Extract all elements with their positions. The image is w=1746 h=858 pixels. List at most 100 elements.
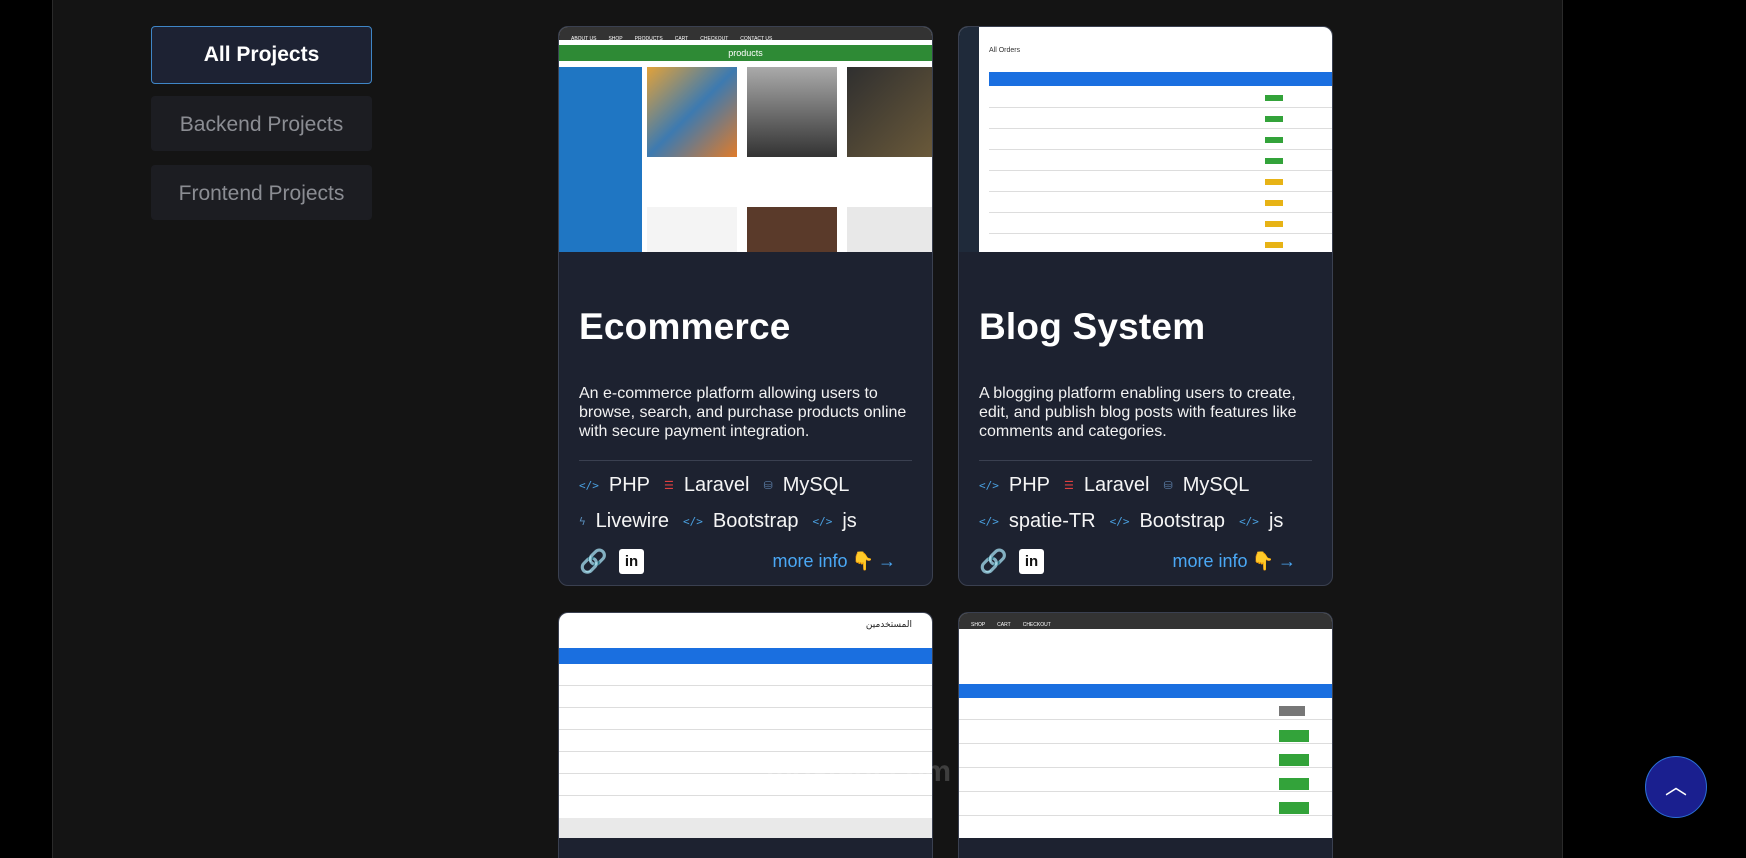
- link-icon[interactable]: 🔗: [979, 548, 1008, 575]
- thumb-status: [1265, 158, 1283, 164]
- project-description: An e-commerce platform allowing users to…: [579, 385, 907, 440]
- thumb-status: [1279, 778, 1309, 790]
- chevron-up-icon: ︿: [1664, 774, 1687, 799]
- linkedin-icon[interactable]: in: [619, 548, 644, 574]
- thumb-row: [559, 709, 932, 730]
- project-title: Blog System: [979, 306, 1206, 347]
- project-description: A blogging platform enabling users to cr…: [979, 385, 1297, 440]
- linkedin-icon[interactable]: in: [1019, 548, 1044, 574]
- thumb-status: [1265, 179, 1283, 185]
- divider: [979, 460, 1312, 461]
- tag-bootstrap: </> Bootstrap: [1110, 509, 1225, 533]
- divider: [579, 460, 912, 461]
- link-icon[interactable]: 🔗: [579, 548, 608, 575]
- thumb-row: [959, 795, 1332, 816]
- tag-label: Laravel: [683, 473, 750, 496]
- thumb-product-phone: [847, 67, 932, 157]
- scroll-to-top-button[interactable]: ︿: [1645, 756, 1707, 818]
- thumb-nav-item: CART: [997, 622, 1011, 628]
- thumb-table-header: [959, 684, 1332, 698]
- more-info-link[interactable]: more info 👇 →: [773, 551, 896, 572]
- stack-icon: ☰: [664, 478, 674, 492]
- filter-frontend-projects[interactable]: Frontend Projects: [151, 165, 372, 220]
- thumb-page-title: All Orders: [989, 47, 1021, 54]
- thumb-sidebar: [959, 27, 979, 252]
- thumb-products-header: products: [559, 45, 932, 61]
- thumb-table-header: [559, 648, 932, 664]
- code-icon: </>: [682, 514, 703, 528]
- tag-label: Livewire: [595, 509, 669, 532]
- project-title: Ecommerce: [579, 306, 791, 347]
- thumb-page-title: المستخدمين: [865, 619, 912, 629]
- arrow-right-icon: →: [878, 550, 896, 571]
- project-card-ecommerce: ABOUT US SHOP PRODUCTS CART CHECKOUT CONTACT …: [558, 26, 933, 586]
- tag-label: Laravel: [1083, 473, 1150, 496]
- project-thumbnail: SHOP CART CHECKOUT: [959, 613, 1332, 838]
- filter-backend-projects[interactable]: Backend Projects: [151, 96, 372, 151]
- thumb-row: [559, 665, 932, 686]
- thumb-row: [959, 723, 1332, 744]
- code-icon: </>: [1109, 514, 1130, 528]
- project-thumbnail: All Orders: [959, 27, 1332, 252]
- tag-label: PHP: [608, 473, 650, 496]
- thumb-status: [1265, 95, 1283, 101]
- thumb-status: [1279, 730, 1309, 742]
- database-icon: ⛁: [763, 478, 773, 492]
- project-card-orders: SHOP CART CHECKOUT: [958, 612, 1333, 858]
- filter-all-projects[interactable]: All Projects: [151, 26, 372, 84]
- more-info-link[interactable]: more info 👇 →: [1173, 551, 1296, 572]
- tech-tags: </> PHP ☰ Laravel ⛁ MySQL </> spatie-TR </> B…: [979, 473, 1312, 533]
- thumb-status: [1279, 754, 1309, 766]
- thumb-row: [559, 731, 932, 752]
- thumb-product-bag: [647, 207, 737, 252]
- database-icon: ⛁: [1163, 478, 1173, 492]
- thumb-nav-item: SHOP: [971, 622, 986, 628]
- project-card-users-admin: المستخدمين: [558, 612, 933, 858]
- thumb-status: [1265, 116, 1283, 122]
- tag-label: Bootstrap: [1139, 509, 1226, 532]
- project-filters: All Projects Backend Projects Frontend P…: [151, 26, 374, 234]
- tag-label: Bootstrap: [712, 509, 799, 532]
- bolt-icon: ϟ: [579, 514, 586, 528]
- thumb-table-header: [989, 72, 1332, 86]
- tag-bootstrap: </> Bootstrap: [683, 509, 798, 533]
- project-thumbnail: ABOUT US SHOP PRODUCTS CART CHECKOUT CONTACT …: [559, 27, 932, 252]
- pointing-hand-icon: 👇: [851, 550, 874, 571]
- tag-js: </> js: [812, 509, 856, 533]
- more-info-label: more info: [1172, 550, 1248, 571]
- thumb-footer: [559, 818, 932, 838]
- tag-php: </> PHP: [579, 473, 650, 497]
- arrow-right-icon: →: [1278, 550, 1296, 571]
- thumb-product-kids: [747, 207, 837, 252]
- tag-mysql: ⛁ MySQL: [763, 473, 849, 497]
- card-actions: 🔗 in more info 👇 →: [979, 545, 1312, 577]
- code-icon: </>: [979, 478, 999, 492]
- tech-tags: </> PHP ☰ Laravel ⛁ MySQL ϟ Livewire </> Boot…: [579, 473, 912, 533]
- code-icon: </>: [1239, 514, 1259, 528]
- tag-label: MySQL: [782, 473, 850, 496]
- thumb-status: [1279, 706, 1305, 716]
- tag-label: MySQL: [1182, 473, 1250, 496]
- thumb-status: [1279, 802, 1309, 814]
- thumb-status: [1265, 242, 1283, 248]
- thumb-row: [559, 687, 932, 708]
- thumb-product-tshirt: [847, 207, 932, 252]
- thumb-product-monitor: [747, 67, 837, 157]
- code-icon: </>: [812, 514, 833, 528]
- page-container: All Projects Backend Projects Frontend P…: [52, 0, 1563, 858]
- more-info-label: more info: [772, 550, 848, 571]
- code-icon: </>: [979, 514, 999, 528]
- project-card-blog-system: All Orders Blog System A blogging platfo…: [958, 26, 1333, 586]
- thumb-sidebar: [559, 67, 642, 252]
- tag-js: </> js: [1239, 509, 1283, 533]
- thumb-navbar: ABOUT US SHOP PRODUCTS CART CHECKOUT CONTACT …: [559, 27, 932, 42]
- card-actions: 🔗 in more info 👇 →: [579, 545, 912, 577]
- project-thumbnail: المستخدمين: [559, 613, 932, 838]
- thumb-nav-item: CHECKOUT: [1022, 622, 1051, 628]
- watermark: mostaql.com: [766, 755, 952, 788]
- tag-label: js: [1268, 509, 1284, 532]
- thumb-row: [959, 699, 1332, 720]
- stack-icon: ☰: [1064, 478, 1074, 492]
- pointing-hand-icon: 👇: [1251, 550, 1274, 571]
- thumb-row: [959, 747, 1332, 768]
